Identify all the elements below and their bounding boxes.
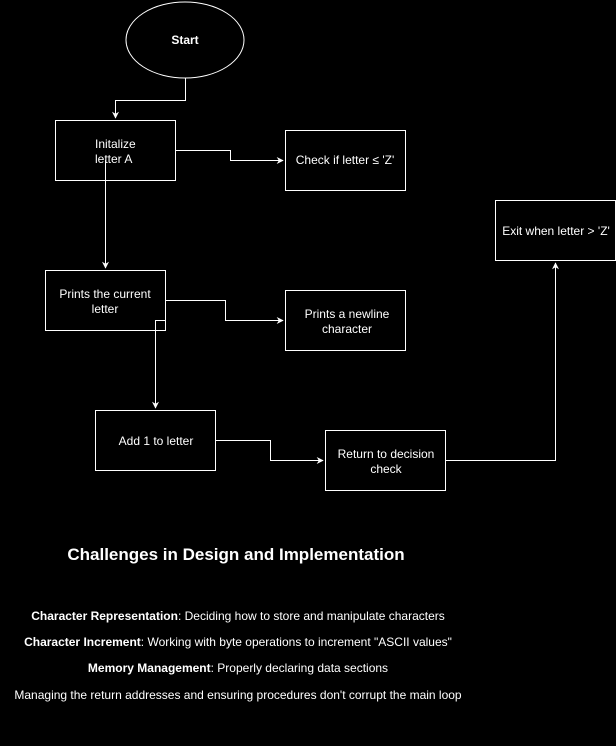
challenge-text: : Properly declaring data sections: [210, 661, 389, 675]
challenge-label: Memory Management: [87, 661, 211, 675]
challenge-text: : Working with byte operations to increm…: [140, 635, 452, 649]
print-letter-node: Prints the current letter: [45, 270, 166, 331]
challenge-label: Character Representation: [31, 609, 178, 623]
return-label-line2: check: [370, 462, 402, 476]
challenge-label: Character Increment: [24, 635, 141, 649]
check-label: Check if letter ≤ 'Z': [296, 153, 395, 167]
challenge-item: Managing the return addresses and ensuri…: [0, 688, 476, 702]
challenge-item: Character Increment: Working with byte o…: [0, 635, 476, 649]
print-newline-node: Prints a newline character: [285, 290, 406, 351]
connector-add-to-return: [215, 440, 324, 464]
print-newline-label-line2: character: [322, 322, 372, 336]
add-label: Add 1 to letter: [119, 434, 194, 448]
add-node: Add 1 to letter: [95, 410, 216, 471]
start-label: Start: [171, 33, 198, 47]
print-letter-label-line2: letter: [92, 302, 119, 316]
print-newline-label-line1: Prints a newline: [305, 307, 390, 321]
print-letter-label-line1: Prints the current: [59, 287, 151, 301]
exit-label: Exit when letter > 'Z': [502, 224, 610, 238]
return-node: Return to decision check: [325, 430, 446, 491]
connector-start-to-init: [112, 78, 186, 119]
challenge-text: : Deciding how to store and manipulate c…: [177, 609, 445, 623]
connector-print-to-add: [152, 320, 166, 409]
check-node: Check if letter ≤ 'Z': [285, 130, 406, 191]
exit-node: Exit when letter > 'Z': [495, 200, 616, 261]
challenge-text: Managing the return addresses and ensuri…: [14, 688, 462, 702]
challenge-item: Memory Management: Properly declaring da…: [0, 661, 476, 675]
initialize-node: Initalize letter A: [55, 120, 176, 181]
challenge-item: Character Representation: Deciding how t…: [0, 609, 476, 623]
challenges-title: Challenges in Design and Implementation: [67, 545, 405, 564]
start-node: Start: [125, 1, 245, 79]
connector-print-to-newline: [165, 300, 284, 324]
return-label-line1: Return to decision: [338, 447, 435, 461]
flowchart: Start Initalize letter A Check if letter…: [45, 1, 616, 491]
initialize-label-line2: letter A: [95, 152, 132, 166]
connector-init-to-check: [175, 150, 284, 164]
initialize-label-line1: Initalize: [95, 137, 136, 151]
connector-return-to-exit: [445, 262, 559, 461]
